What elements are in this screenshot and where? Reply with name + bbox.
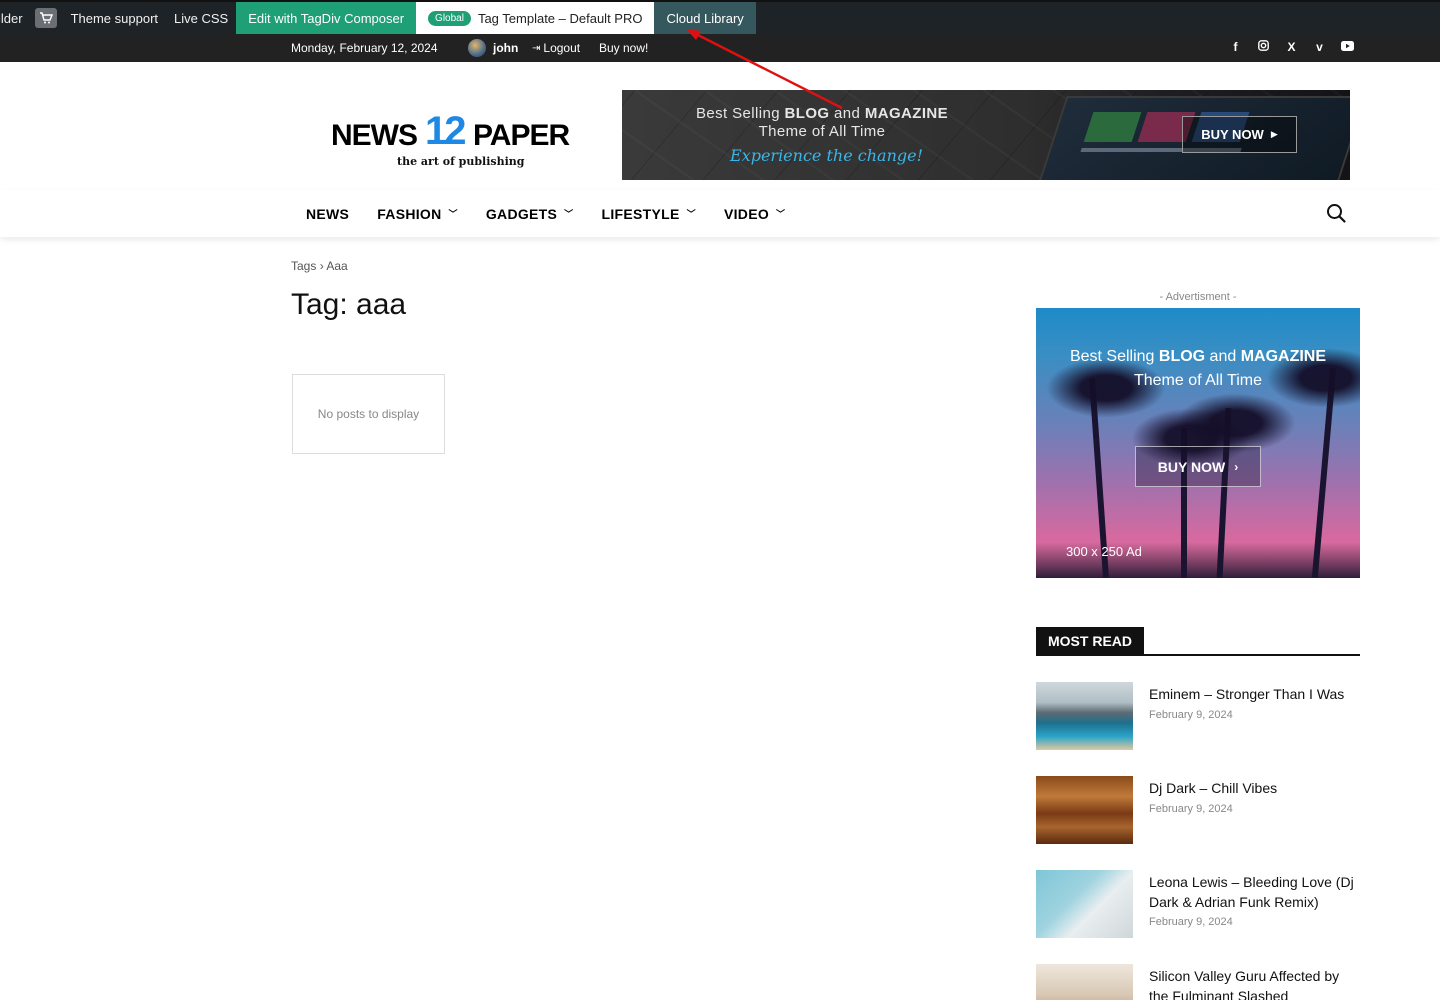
most-read-title: MOST READ (1036, 627, 1144, 654)
breadcrumb-tags-link[interactable]: Tags (291, 259, 316, 273)
username: john (493, 41, 519, 55)
logo-number: 12 (425, 109, 466, 153)
breadcrumb-current: Aaa (326, 259, 348, 273)
template-label: Tag Template – Default PRO (477, 10, 643, 26)
admin-builder-link[interactable]: ilder (0, 2, 31, 34)
post-thumbnail[interactable] (1036, 964, 1133, 1000)
x-icon[interactable]: X (1284, 40, 1299, 54)
instagram-icon[interactable] (1256, 40, 1271, 54)
theme-support-link[interactable]: Theme support (63, 2, 166, 34)
template-selector[interactable]: Global Tag Template – Default PRO (416, 2, 655, 34)
ad-buy-button[interactable]: BUY NOW › (1135, 446, 1261, 487)
page-title: Tag: aaa (291, 288, 407, 321)
current-date: Monday, February 12, 2024 (291, 41, 438, 55)
nav-item-news[interactable]: NEWS (292, 206, 363, 222)
chevron-down-icon: ﹀ (776, 209, 786, 219)
header-ad-banner[interactable]: Best Selling BLOG and MAGAZINE Theme of … (622, 90, 1350, 180)
site-logo[interactable]: NEWS 12 PAPER the art of publishing (331, 109, 577, 171)
post-thumbnail[interactable] (1036, 682, 1133, 750)
top-bar: Monday, February 12, 2024 john ⇥ Logout … (0, 34, 1440, 62)
empty-posts-message: No posts to display (292, 374, 445, 454)
logout-icon: ⇥ (532, 42, 541, 54)
chevron-down-icon: ﹀ (564, 209, 574, 219)
youtube-icon[interactable] (1340, 40, 1355, 54)
breadcrumb: Tags › Aaa (291, 259, 348, 273)
nav-item-video[interactable]: VIDEO ﹀ (710, 206, 799, 222)
edit-composer-button[interactable]: Edit with TagDiv Composer (236, 2, 417, 34)
post-title[interactable]: Silicon Valley Guru Affected by the Fulm… (1149, 966, 1359, 1000)
admin-bar: ilder Theme support Live CSS Edit with T… (0, 0, 1440, 34)
live-css-link[interactable]: Live CSS (166, 2, 236, 34)
chevron-right-icon: › (1234, 459, 1239, 474)
banner-buy-button[interactable]: BUY NOW ▶ (1182, 116, 1297, 153)
sidebar-ad[interactable]: Best Selling BLOG and MAGAZINE Theme of … (1036, 308, 1360, 578)
post-title[interactable]: Leona Lewis – Bleeding Love (Dj Dark & A… (1149, 872, 1359, 912)
post-date: February 9, 2024 (1149, 916, 1233, 928)
main-nav: NEWS FASHION ﹀ GADGETS ﹀ LIFESTYLE ﹀ VIDEO ﹀ (0, 190, 1440, 237)
chevron-down-icon: ﹀ (686, 209, 696, 219)
global-badge: Global (428, 10, 471, 26)
banner-slogan: Experience the change! (730, 146, 924, 165)
ad-size-label: 300 x 250 Ad (1066, 544, 1142, 559)
banner-subline: Theme of All Time (758, 123, 886, 140)
post-title[interactable]: Eminem – Stronger Than I Was (1149, 684, 1359, 704)
search-icon[interactable] (1326, 203, 1346, 223)
cart-icon[interactable] (34, 8, 57, 28)
logo-word-news: NEWS (331, 119, 418, 152)
banner-headline: Best Selling BLOG and MAGAZINE (695, 105, 949, 122)
ad-subline: Theme of All Time (1133, 372, 1263, 389)
ad-headline: Best Selling BLOG and MAGAZINE (1069, 348, 1327, 365)
avatar (468, 39, 486, 57)
most-read-header: MOST READ (1036, 627, 1360, 656)
vimeo-icon[interactable]: v (1312, 40, 1327, 54)
chevron-down-icon: ﹀ (448, 209, 458, 219)
logout-label: Logout (543, 41, 581, 55)
logo-word-paper: PAPER (473, 119, 570, 152)
caret-right-icon: ▶ (1270, 129, 1278, 139)
social-icons: f X v (1228, 40, 1355, 54)
post-thumbnail[interactable] (1036, 870, 1133, 938)
user-link[interactable]: john (468, 39, 518, 57)
post-thumbnail[interactable] (1036, 776, 1133, 844)
facebook-icon[interactable]: f (1228, 40, 1243, 54)
cloud-library-button[interactable]: Cloud Library (654, 2, 756, 34)
post-title[interactable]: Dj Dark – Chill Vibes (1149, 778, 1359, 798)
buy-now-link[interactable]: Buy now! (599, 41, 648, 55)
ad-label: - Advertisment - (1159, 291, 1237, 303)
logo-tagline: the art of publishing (397, 155, 525, 168)
post-date: February 9, 2024 (1149, 803, 1233, 815)
nav-item-fashion[interactable]: FASHION ﹀ (363, 206, 472, 222)
logout-link[interactable]: ⇥ Logout (532, 41, 580, 55)
post-date: February 9, 2024 (1149, 709, 1233, 721)
breadcrumb-separator: › (319, 259, 324, 273)
nav-item-gadgets[interactable]: GADGETS ﹀ (472, 206, 588, 222)
nav-item-lifestyle[interactable]: LIFESTYLE ﹀ (587, 206, 709, 222)
